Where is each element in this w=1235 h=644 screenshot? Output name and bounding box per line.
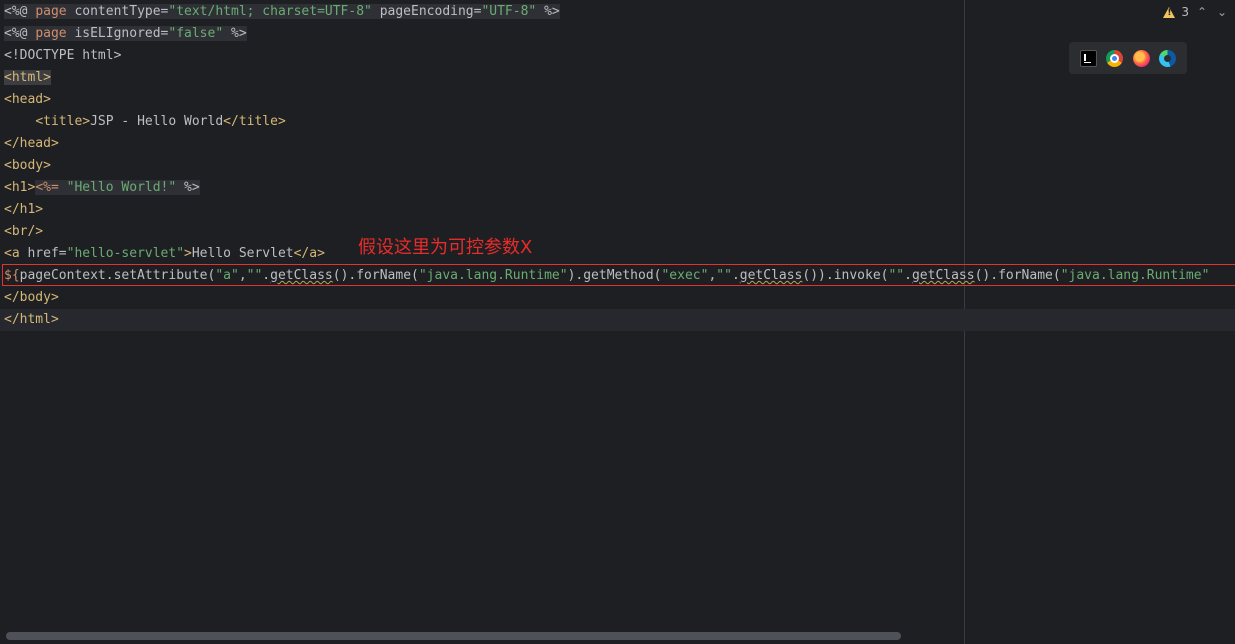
code-token: <body>	[4, 158, 51, 173]
warning-count: 3	[1181, 5, 1189, 19]
code-token: "text/html; charset=UTF-8"	[168, 4, 372, 19]
code-token: "false"	[168, 26, 224, 41]
code-token: "hello-servlet"	[66, 246, 185, 261]
annotation-label: 假设这里为可控参数X	[358, 237, 533, 258]
intellij-icon[interactable]	[1079, 49, 1097, 67]
code-line[interactable]: <%@ page isELIgnored="false" %>	[0, 23, 1235, 45]
code-token: </h1>	[4, 202, 44, 217]
code-token: "exec"	[661, 268, 709, 283]
code-token: <%@	[4, 26, 36, 41]
inspection-widget[interactable]: 3 ⌃ ⌄	[1163, 5, 1229, 19]
code-token: </html>	[4, 312, 59, 327]
code-token: JSP - Hello World	[90, 114, 224, 129]
code-token: >	[184, 246, 192, 261]
code-token: isELIgnored=	[66, 26, 169, 41]
code-token: ().forName(	[974, 268, 1061, 283]
code-token: pageContext.setAttribute(	[19, 268, 216, 283]
code-token: .	[904, 268, 912, 283]
code-token: <h1>	[4, 180, 36, 195]
code-line[interactable]: <head>	[0, 89, 1235, 111]
code-token: ${	[4, 268, 20, 283]
warning-icon	[1163, 6, 1176, 18]
code-token: ().forName(	[332, 268, 419, 283]
code-token: Hello Servlet	[191, 246, 294, 261]
code-token: <br/>	[4, 224, 44, 239]
code-line[interactable]: </head>	[0, 133, 1235, 155]
code-token: ""	[246, 268, 263, 283]
code-line[interactable]: <a href="hello-servlet">Hello Servlet</a…	[0, 243, 1235, 265]
code-token: page	[35, 4, 67, 19]
code-token: </a>	[293, 246, 325, 261]
code-token: ""	[716, 268, 732, 283]
horizontal-scrollbar-thumb[interactable]	[6, 632, 901, 640]
code-line[interactable]: <body>	[0, 155, 1235, 177]
code-token: %>	[176, 180, 200, 195]
code-token: pageEncoding=	[371, 4, 482, 19]
code-line[interactable]: <html>	[0, 67, 1235, 89]
browser-preview-toolbar	[1069, 42, 1187, 74]
chevron-up-icon[interactable]: ⌃	[1195, 5, 1209, 19]
code-line[interactable]: <h1><%= "Hello World!" %>	[0, 177, 1235, 199]
code-token: %>	[223, 26, 247, 41]
code-token: <%@	[4, 4, 36, 19]
code-line[interactable]: </html>	[0, 309, 1235, 331]
code-token: %>	[536, 4, 560, 19]
code-token: page	[35, 26, 67, 41]
code-token: .	[731, 268, 740, 283]
code-token: ).getMethod(	[567, 268, 662, 283]
code-token: </title>	[223, 114, 286, 129]
code-line[interactable]: </body>	[0, 287, 1235, 309]
code-token: "java.lang.Runtime"	[418, 268, 568, 283]
code-line[interactable]: <!DOCTYPE html>	[0, 45, 1235, 67]
code-line[interactable]: <%@ page contentType="text/html; charset…	[0, 1, 1235, 23]
code-token: getClass	[911, 268, 975, 283]
code-token: "Hello World!"	[66, 180, 177, 195]
code-token: ,	[238, 268, 247, 283]
code-token: ""	[888, 268, 905, 283]
code-token: "UTF-8"	[481, 4, 537, 19]
code-line[interactable]: <title>JSP - Hello World</title>	[0, 111, 1235, 133]
code-token: .	[262, 268, 271, 283]
code-token: getClass	[739, 268, 803, 283]
code-token: </head>	[4, 136, 59, 151]
firefox-icon[interactable]	[1132, 49, 1150, 67]
code-line[interactable]: ${pageContext.setAttribute("a","".getCla…	[0, 265, 1235, 287]
code-token: </body>	[4, 290, 59, 305]
code-token: contentType=	[66, 4, 169, 19]
code-token: href=	[27, 246, 67, 261]
code-token: "java.lang.Runtime"	[1060, 268, 1210, 283]
code-line[interactable]: </h1>	[0, 199, 1235, 221]
code-token: getClass	[270, 268, 333, 283]
edge-icon[interactable]	[1159, 49, 1177, 67]
code-token: <!DOCTYPE html>	[4, 48, 122, 63]
code-token: <title>	[35, 114, 91, 129]
code-token: <%=	[35, 180, 67, 195]
code-token: ()).invoke(	[802, 268, 889, 283]
code-area[interactable]: <%@ page contentType="text/html; charset…	[0, 1, 1235, 331]
code-token: "a"	[215, 268, 239, 283]
code-token: <head>	[4, 92, 51, 107]
code-token: <html>	[4, 70, 51, 85]
code-line[interactable]: <br/>	[0, 221, 1235, 243]
code-editor[interactable]: <%@ page contentType="text/html; charset…	[0, 0, 1235, 644]
chevron-down-icon[interactable]: ⌄	[1215, 5, 1229, 19]
chrome-icon[interactable]	[1106, 49, 1124, 67]
code-token: <a	[4, 246, 28, 261]
